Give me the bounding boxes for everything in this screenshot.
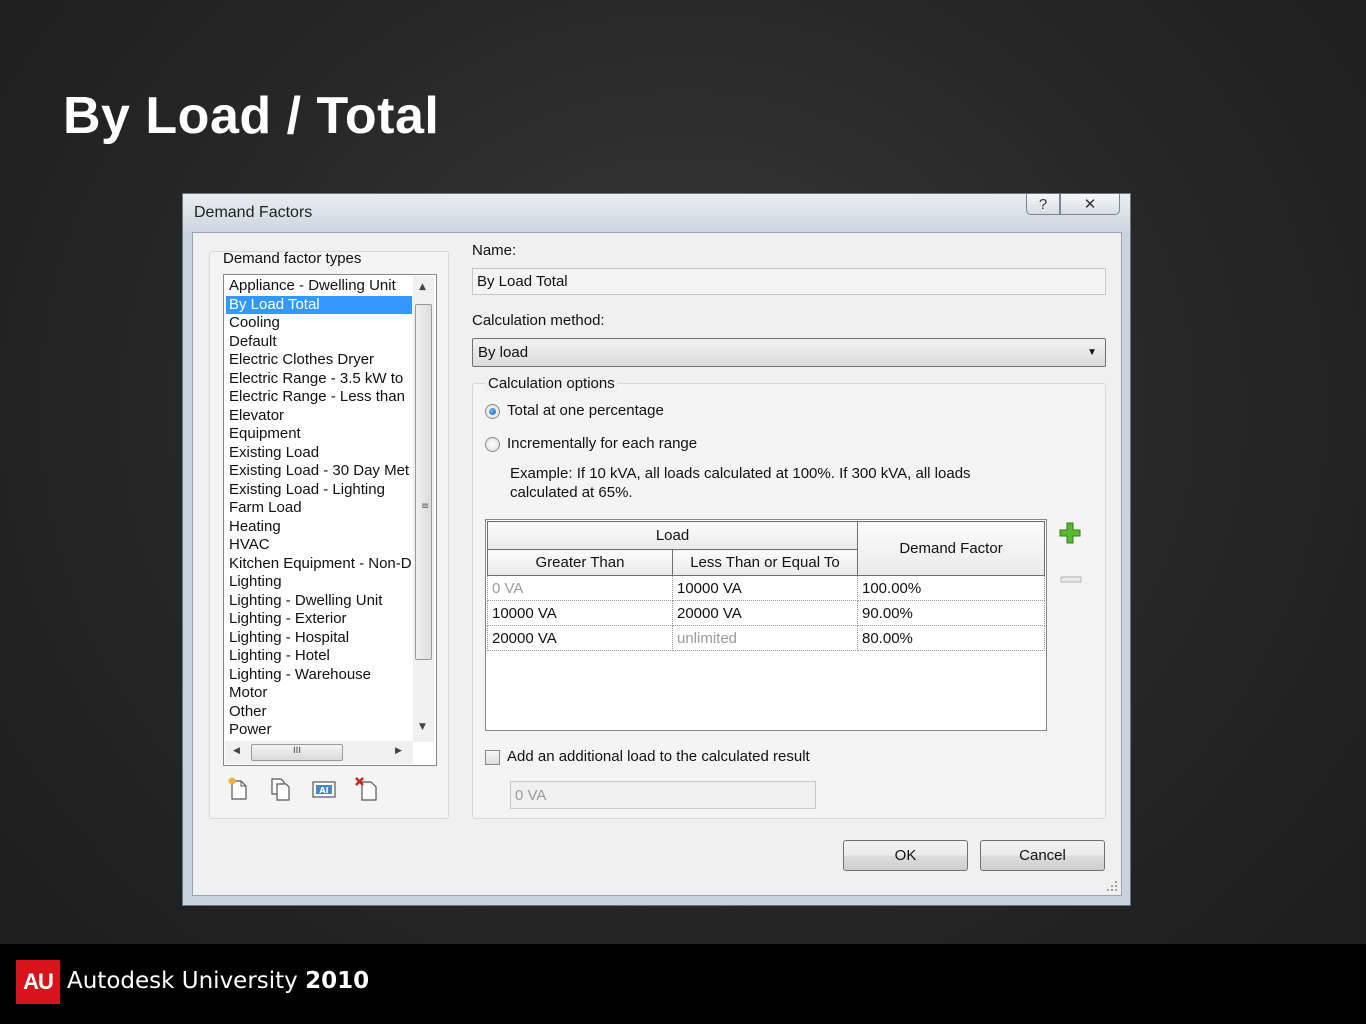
list-item[interactable]: Lighting - Hotel [226,647,412,666]
list-item[interactable]: Electric Range - 3.5 kW to [226,370,412,389]
list-item[interactable]: Equipment [226,425,412,444]
duplicate-type-icon[interactable] [268,776,294,802]
chevron-down-icon: ▼ [1087,347,1097,358]
svg-text:AI: AI [319,786,328,795]
list-item[interactable]: Appliance - Dwelling Unit [226,277,412,296]
close-button[interactable]: ✕ [1060,194,1120,215]
table-row[interactable]: 10000 VA 20000 VA 90.00% [487,600,1045,626]
add-row-icon[interactable] [1059,522,1081,548]
list-item[interactable]: Existing Load - 30 Day Met [226,462,412,481]
vertical-scrollbar[interactable]: ▲ ≡ ▼ [413,276,434,742]
grip-icon: ≡ [421,501,430,512]
name-label: Name: [472,242,517,259]
calc-options-label: Calculation options [485,375,618,392]
types-listbox[interactable]: Appliance - Dwelling Unit By Load Total Co… [223,274,437,766]
list-item[interactable]: By Load Total [226,295,412,314]
dialog-client-area: Demand factor types Appliance - Dwelling… [192,232,1122,896]
ok-button[interactable]: OK [843,840,968,871]
radio-total-percentage[interactable] [485,404,500,419]
scroll-up-icon[interactable]: ▲ [419,282,426,292]
list-item[interactable]: Lighting - Dwelling Unit [226,592,412,611]
scroll-down-icon[interactable]: ▼ [419,722,426,732]
list-item[interactable]: Default [226,333,412,352]
table-cell-factor[interactable]: 100.00% [857,575,1045,601]
list-item[interactable]: Cooling [226,314,412,333]
list-item[interactable]: Lighting [226,573,412,592]
additional-load-checkbox[interactable] [485,750,500,765]
table-cell-less[interactable]: 20000 VA [672,600,858,626]
greater-than-header: Greater Than [487,549,673,576]
remove-row-icon[interactable] [1060,569,1082,588]
horizontal-scrollbar[interactable]: ◀ III ▶ [225,741,413,764]
demand-factor-header: Demand Factor [857,521,1045,576]
demand-factors-dialog: Demand Factors ? ✕ Demand factor types A… [182,193,1131,906]
list-item[interactable]: Lighting - Warehouse [226,666,412,685]
list-item[interactable]: Other [226,703,412,722]
list-item[interactable]: Lighting - Exterior [226,610,412,629]
resize-grip-icon[interactable] [1106,880,1118,892]
cancel-button[interactable]: Cancel [980,840,1105,871]
horizontal-scroll-thumb[interactable]: III [251,744,343,761]
additional-load-label: Add an additional load to the calculated… [507,748,810,765]
brand-year: 2010 [305,968,370,994]
list-item[interactable]: Power [226,721,412,740]
list-item[interactable]: Lighting - Hospital [226,629,412,648]
less-than-header: Less Than or Equal To [672,549,858,576]
list-item[interactable]: Existing Load [226,444,412,463]
demand-factor-table[interactable]: Load Demand Factor Greater Than Less Tha… [485,519,1047,731]
list-item[interactable]: Electric Range - Less than [226,388,412,407]
load-header: Load [487,521,858,550]
table-row[interactable]: 0 VA 10000 VA 100.00% [487,575,1045,601]
dialog-titlebar[interactable]: Demand Factors ? ✕ [183,194,1130,232]
list-item[interactable]: HVAC [226,536,412,555]
calc-method-label: Calculation method: [472,312,605,329]
table-cell-greater[interactable]: 0 VA [487,575,673,601]
help-button[interactable]: ? [1026,194,1060,215]
table-cell-less[interactable]: unlimited [672,625,858,651]
calc-method-value: By load [478,344,529,361]
rename-type-icon[interactable]: AI [311,776,337,802]
brand-name: Autodesk University [67,968,298,994]
incremental-label: Incrementally for each range [507,435,698,452]
name-field[interactable]: By Load Total [472,268,1106,295]
au-logo: AU [16,960,60,1004]
list-item[interactable]: Existing Load - Lighting [226,481,412,500]
slide-title: By Load / Total [63,87,440,145]
list-item[interactable]: Kitchen Equipment - Non-D [226,555,412,574]
footer-bar: AU Autodesk University 2010 [0,944,1366,1024]
new-type-icon[interactable] [226,776,252,802]
scroll-right-icon[interactable]: ▶ [395,746,402,756]
scroll-left-icon[interactable]: ◀ [233,746,240,756]
list-item[interactable]: Heating [226,518,412,537]
table-cell-greater[interactable]: 20000 VA [487,625,673,651]
list-item[interactable]: Motor [226,684,412,703]
total-percentage-label: Total at one percentage [507,402,664,419]
list-item[interactable]: Elevator [226,407,412,426]
table-cell-factor[interactable]: 90.00% [857,600,1045,626]
example-text: Example: If 10 kVA, all loads calculated… [510,465,971,501]
radio-incremental[interactable] [485,437,500,452]
list-item[interactable]: Farm Load [226,499,412,518]
list-item[interactable]: Electric Clothes Dryer [226,351,412,370]
table-cell-less[interactable]: 10000 VA [672,575,858,601]
additional-load-field[interactable]: 0 VA [510,781,816,809]
calc-method-select[interactable]: By load ▼ [472,338,1106,367]
vertical-scroll-thumb[interactable]: ≡ [415,304,432,660]
table-cell-factor[interactable]: 80.00% [857,625,1045,651]
types-group-label: Demand factor types [223,250,362,267]
types-list: Appliance - Dwelling Unit By Load Total Co… [226,277,412,740]
table-row[interactable]: 20000 VA unlimited 80.00% [487,625,1045,651]
table-cell-greater[interactable]: 10000 VA [487,600,673,626]
brand-text: Autodesk University 2010 [67,968,369,994]
delete-type-icon[interactable] [354,776,380,802]
dialog-title: Demand Factors [194,204,313,221]
